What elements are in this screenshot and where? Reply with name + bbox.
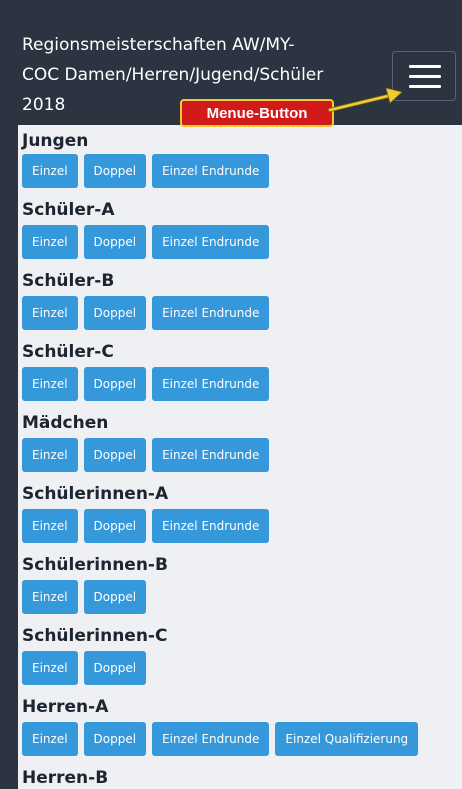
section-title: Jungen — [22, 131, 89, 151]
einzel-endrunde-button[interactable]: Einzel Endrunde — [152, 438, 270, 472]
section-1: Schüler-A Einzel Doppel Einzel Endrunde — [18, 195, 462, 259]
einzel-endrunde-button[interactable]: Einzel Endrunde — [152, 722, 270, 756]
page-title-line-1: Regionsmeisterschaften AW/MY- — [22, 35, 295, 55]
doppel-button[interactable]: Doppel — [83, 367, 147, 401]
menu-toggle-button[interactable] — [392, 51, 456, 101]
einzel-button[interactable]: Einzel — [22, 722, 78, 756]
doppel-button[interactable]: Doppel — [83, 438, 147, 472]
section-title: Schülerinnen-A — [22, 484, 169, 504]
einzel-button[interactable]: Einzel — [22, 154, 78, 188]
section-title: Mädchen — [22, 413, 109, 433]
einzel-qualifizierung-button[interactable]: Einzel Qualifizierung — [275, 722, 419, 756]
einzel-endrunde-button[interactable]: Einzel Endrunde — [152, 509, 270, 543]
button-row: Einzel Doppel Einzel Endrunde — [22, 296, 462, 330]
einzel-button[interactable]: Einzel — [22, 438, 78, 472]
page-title-line-2: COC Damen/Herren/Jugend/Schüler — [22, 65, 324, 85]
button-row: Einzel Doppel Einzel Endrunde — [22, 225, 462, 259]
button-row: Einzel Doppel Einzel Endrunde — [22, 154, 462, 188]
section-8: Herren-A Einzel Doppel Einzel Endrunde Einze… — [18, 692, 462, 756]
button-row: Einzel Doppel Einzel Endrunde — [22, 509, 462, 543]
button-row: Einzel Doppel Einzel Endrunde — [22, 367, 462, 401]
section-5: Schülerinnen-A Einzel Doppel Einzel Endrund… — [18, 479, 462, 543]
doppel-button[interactable]: Doppel — [83, 580, 147, 614]
section-6: Schülerinnen-B Einzel Doppel — [18, 550, 462, 614]
section-title: Schülerinnen-B — [22, 555, 168, 575]
einzel-button[interactable]: Einzel — [22, 225, 78, 259]
section-7: Schülerinnen-C Einzel Doppel — [18, 621, 462, 685]
einzel-endrunde-button[interactable]: Einzel Endrunde — [152, 296, 270, 330]
doppel-button[interactable]: Doppel — [83, 509, 147, 543]
section-title: Herren-B — [22, 768, 109, 788]
einzel-button[interactable]: Einzel — [22, 651, 78, 685]
hamburger-icon-bar-bottom — [409, 85, 441, 88]
section-title: Schüler-C — [22, 342, 114, 362]
einzel-endrunde-button[interactable]: Einzel Endrunde — [152, 367, 270, 401]
competition-list: Jungen Einzel Doppel Einzel Endrunde Schüler… — [18, 125, 462, 789]
doppel-button[interactable]: Doppel — [83, 296, 147, 330]
section-9: Herren-B — [18, 763, 462, 789]
button-row: Einzel Doppel — [22, 651, 462, 685]
button-row: Einzel Doppel Einzel Endrunde Einzel Qualif… — [22, 722, 462, 756]
section-2: Schüler-B Einzel Doppel Einzel Endrunde — [18, 266, 462, 330]
section-title: Herren-A — [22, 697, 109, 717]
einzel-button[interactable]: Einzel — [22, 580, 78, 614]
einzel-button[interactable]: Einzel — [22, 367, 78, 401]
doppel-button[interactable]: Doppel — [83, 722, 147, 756]
button-row: Einzel Doppel Einzel Endrunde — [22, 438, 462, 472]
section-title: Schüler-B — [22, 271, 115, 291]
section-0: Jungen Einzel Doppel Einzel Endrunde — [18, 128, 462, 188]
button-row: Einzel Doppel — [22, 580, 462, 614]
einzel-button[interactable]: Einzel — [22, 509, 78, 543]
section-title: Schülerinnen-C — [22, 626, 168, 646]
hamburger-icon-bar-middle — [409, 75, 441, 78]
section-title: Schüler-A — [22, 200, 115, 220]
einzel-button[interactable]: Einzel — [22, 296, 78, 330]
section-4: Mädchen Einzel Doppel Einzel Endrunde — [18, 408, 462, 472]
doppel-button[interactable]: Doppel — [83, 651, 147, 685]
einzel-endrunde-button[interactable]: Einzel Endrunde — [152, 154, 270, 188]
annotation-label: Menue-Button — [180, 99, 334, 127]
hamburger-icon-bar-top — [409, 65, 441, 68]
section-3: Schüler-C Einzel Doppel Einzel Endrunde — [18, 337, 462, 401]
doppel-button[interactable]: Doppel — [83, 154, 147, 188]
einzel-endrunde-button[interactable]: Einzel Endrunde — [152, 225, 270, 259]
doppel-button[interactable]: Doppel — [83, 225, 147, 259]
